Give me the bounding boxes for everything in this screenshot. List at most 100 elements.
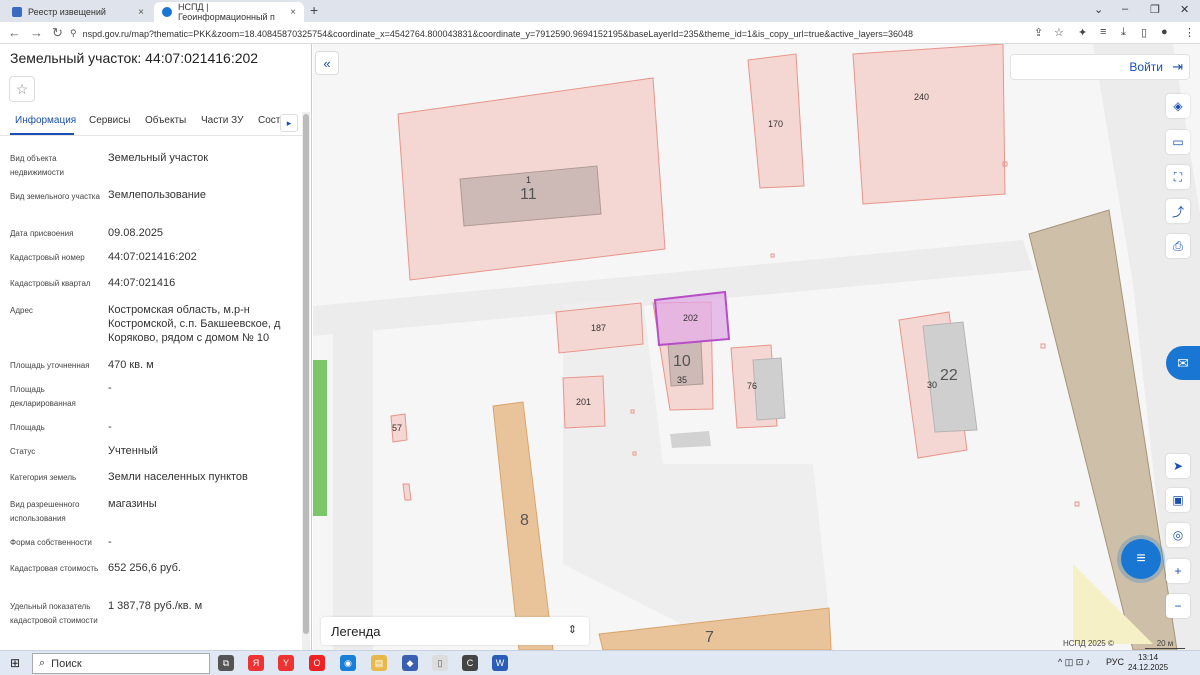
bookmark-icon[interactable]: ☆: [1054, 26, 1064, 39]
parcel-label-selected[interactable]: 202: [683, 313, 698, 323]
parcel-label[interactable]: 57: [392, 423, 402, 433]
tab-objects[interactable]: Объекты: [145, 115, 186, 126]
share-icon[interactable]: ⇪: [1034, 26, 1043, 39]
parcel-label[interactable]: 76: [747, 381, 757, 391]
close-tab-icon[interactable]: ×: [290, 7, 296, 18]
chat-button[interactable]: ≡: [1121, 539, 1161, 579]
new-tab-button[interactable]: +: [310, 2, 318, 18]
label-land-type: Вид земельного участка: [10, 192, 100, 201]
edge-icon[interactable]: ◉: [340, 655, 356, 671]
parcel-label[interactable]: 187: [591, 323, 606, 333]
share-map-button[interactable]: ⤴: [1166, 199, 1190, 223]
clock[interactable]: 13:14 24.12.2025: [1128, 653, 1168, 673]
menu-icon[interactable]: ⋮: [1184, 26, 1195, 39]
parcel-label[interactable]: 35: [677, 375, 687, 385]
explorer-icon[interactable]: ▤: [371, 655, 387, 671]
value-specific-value: 1 387,78 руб./кв. м: [108, 600, 203, 612]
opera-icon[interactable]: O: [309, 655, 325, 671]
reading-list-icon[interactable]: ≡: [1100, 26, 1106, 38]
value-status: Учтенный: [108, 445, 158, 457]
start-button[interactable]: ⊞: [10, 656, 20, 670]
label-specific-value: Удельный показатель кадастровой стоимост…: [10, 602, 98, 625]
value-address: Костромская область, м.р-н Костромской, …: [108, 304, 281, 344]
feedback-badge[interactable]: ✉: [1166, 346, 1200, 380]
tabs-next-button[interactable]: ▸: [280, 114, 298, 132]
login-icon: ⇥: [1172, 59, 1183, 74]
tray-icons[interactable]: ^ ◫ ⊡ ♪: [1058, 657, 1090, 668]
login-button[interactable]: Войти ⇥: [1010, 54, 1190, 80]
legend-dropdown[interactable]: Легенда ⇕: [321, 617, 589, 645]
tab-label: Реестр извещений: [28, 7, 106, 17]
parcel-240: [852, 44, 1006, 205]
parcel-label[interactable]: 30: [927, 380, 937, 390]
collapse-panel-button[interactable]: «: [315, 51, 339, 75]
tab-services[interactable]: Сервисы: [89, 115, 130, 126]
label-address: Адрес: [10, 306, 33, 315]
app-icon[interactable]: ◆: [402, 655, 418, 671]
taskbar-search[interactable]: ⌕ Поиск: [32, 653, 210, 674]
building-small: [670, 431, 711, 448]
navigation-icon: ➤: [1172, 459, 1184, 473]
target-icon: ◎: [1172, 528, 1184, 542]
page-title: Земельный участок: 44:07:021416:202: [10, 50, 259, 66]
yandex-browser-icon[interactable]: Y: [278, 655, 294, 671]
measure-button[interactable]: ▭: [1166, 130, 1190, 154]
marker: [1074, 501, 1080, 507]
address-bar-row: ← → ↻ ⚲ nspd.gov.ru/map?thematic=PKK&zoo…: [0, 22, 1200, 44]
download-icon[interactable]: ⤓: [1121, 26, 1126, 39]
forward-button[interactable]: →: [30, 25, 43, 40]
extensions-icon[interactable]: ✦: [1078, 26, 1087, 39]
profile-icon[interactable]: ●: [1161, 26, 1168, 38]
task-view-icon[interactable]: ⧉: [218, 655, 234, 671]
label-cadastral-quarter: Кадастровый квартал: [10, 279, 91, 288]
map-view[interactable]: 240 170 1 187 202 35 76 30 201 57 11 10 …: [313, 44, 1200, 650]
site-info-icon[interactable]: ⚲: [70, 28, 77, 39]
value-area-specified: 470 кв. м: [108, 359, 154, 371]
close-window-button[interactable]: ✕: [1180, 3, 1189, 16]
value-permitted-use: магазины: [108, 498, 157, 510]
layers-icon: ◈: [1173, 99, 1183, 113]
reload-button[interactable]: ↻: [52, 25, 63, 41]
favorite-button[interactable]: ☆: [9, 76, 35, 102]
c-app-icon[interactable]: C: [462, 655, 478, 671]
map-canvas[interactable]: [313, 44, 1200, 650]
building-number: 11: [520, 186, 537, 203]
minus-icon: −: [1174, 599, 1182, 613]
notepad-icon[interactable]: ▯: [432, 655, 448, 671]
tab-search-icon[interactable]: ⌄: [1094, 3, 1103, 16]
sidepanel-icon[interactable]: ▯: [1141, 26, 1147, 39]
star-icon: ☆: [15, 80, 29, 97]
chevron-updown-icon: ⇕: [567, 624, 577, 636]
parcel-label[interactable]: 240: [914, 92, 929, 102]
parcel-label[interactable]: 170: [768, 119, 783, 129]
select-icon: ⛶: [1173, 169, 1183, 184]
parcel-label[interactable]: 201: [576, 397, 591, 407]
value-object-type: Земельный участок: [108, 152, 209, 164]
tab-nspd[interactable]: НСПД | Геоинформационный п ×: [154, 2, 304, 22]
basemap-button[interactable]: ▣: [1166, 488, 1190, 512]
maximize-button[interactable]: ❐: [1150, 3, 1160, 16]
parcel-label[interactable]: 1: [526, 175, 531, 185]
url-field[interactable]: ⚲ nspd.gov.ru/map?thematic=PKK&zoom=18.4…: [70, 25, 1030, 42]
layers-button[interactable]: ◈: [1166, 94, 1190, 118]
print-button[interactable]: ⎙: [1166, 234, 1190, 258]
zoom-in-button[interactable]: +: [1166, 559, 1190, 583]
tab-registry[interactable]: Реестр извещений ×: [4, 2, 152, 22]
tab-parts[interactable]: Части ЗУ: [201, 115, 243, 126]
word-icon[interactable]: W: [492, 655, 508, 671]
geolocation-button[interactable]: ◎: [1166, 523, 1190, 547]
minimize-button[interactable]: –: [1122, 3, 1128, 15]
tab-info[interactable]: Информация: [15, 115, 76, 126]
panel-scroll-thumb[interactable]: [303, 114, 309, 634]
locate-button[interactable]: ➤: [1166, 454, 1190, 478]
language-indicator[interactable]: РУС: [1106, 657, 1124, 667]
close-tab-icon[interactable]: ×: [138, 7, 144, 18]
label-date: Дата присвоения: [10, 229, 74, 238]
gov-icon: [12, 7, 22, 17]
yandex-icon[interactable]: Я: [248, 655, 264, 671]
value-cadastral-value: 652 256,6 руб.: [108, 562, 181, 574]
value-ownership: -: [108, 536, 112, 548]
select-area-button[interactable]: ⛶: [1166, 165, 1190, 189]
back-button[interactable]: ←: [8, 25, 21, 40]
zoom-out-button[interactable]: −: [1166, 594, 1190, 618]
